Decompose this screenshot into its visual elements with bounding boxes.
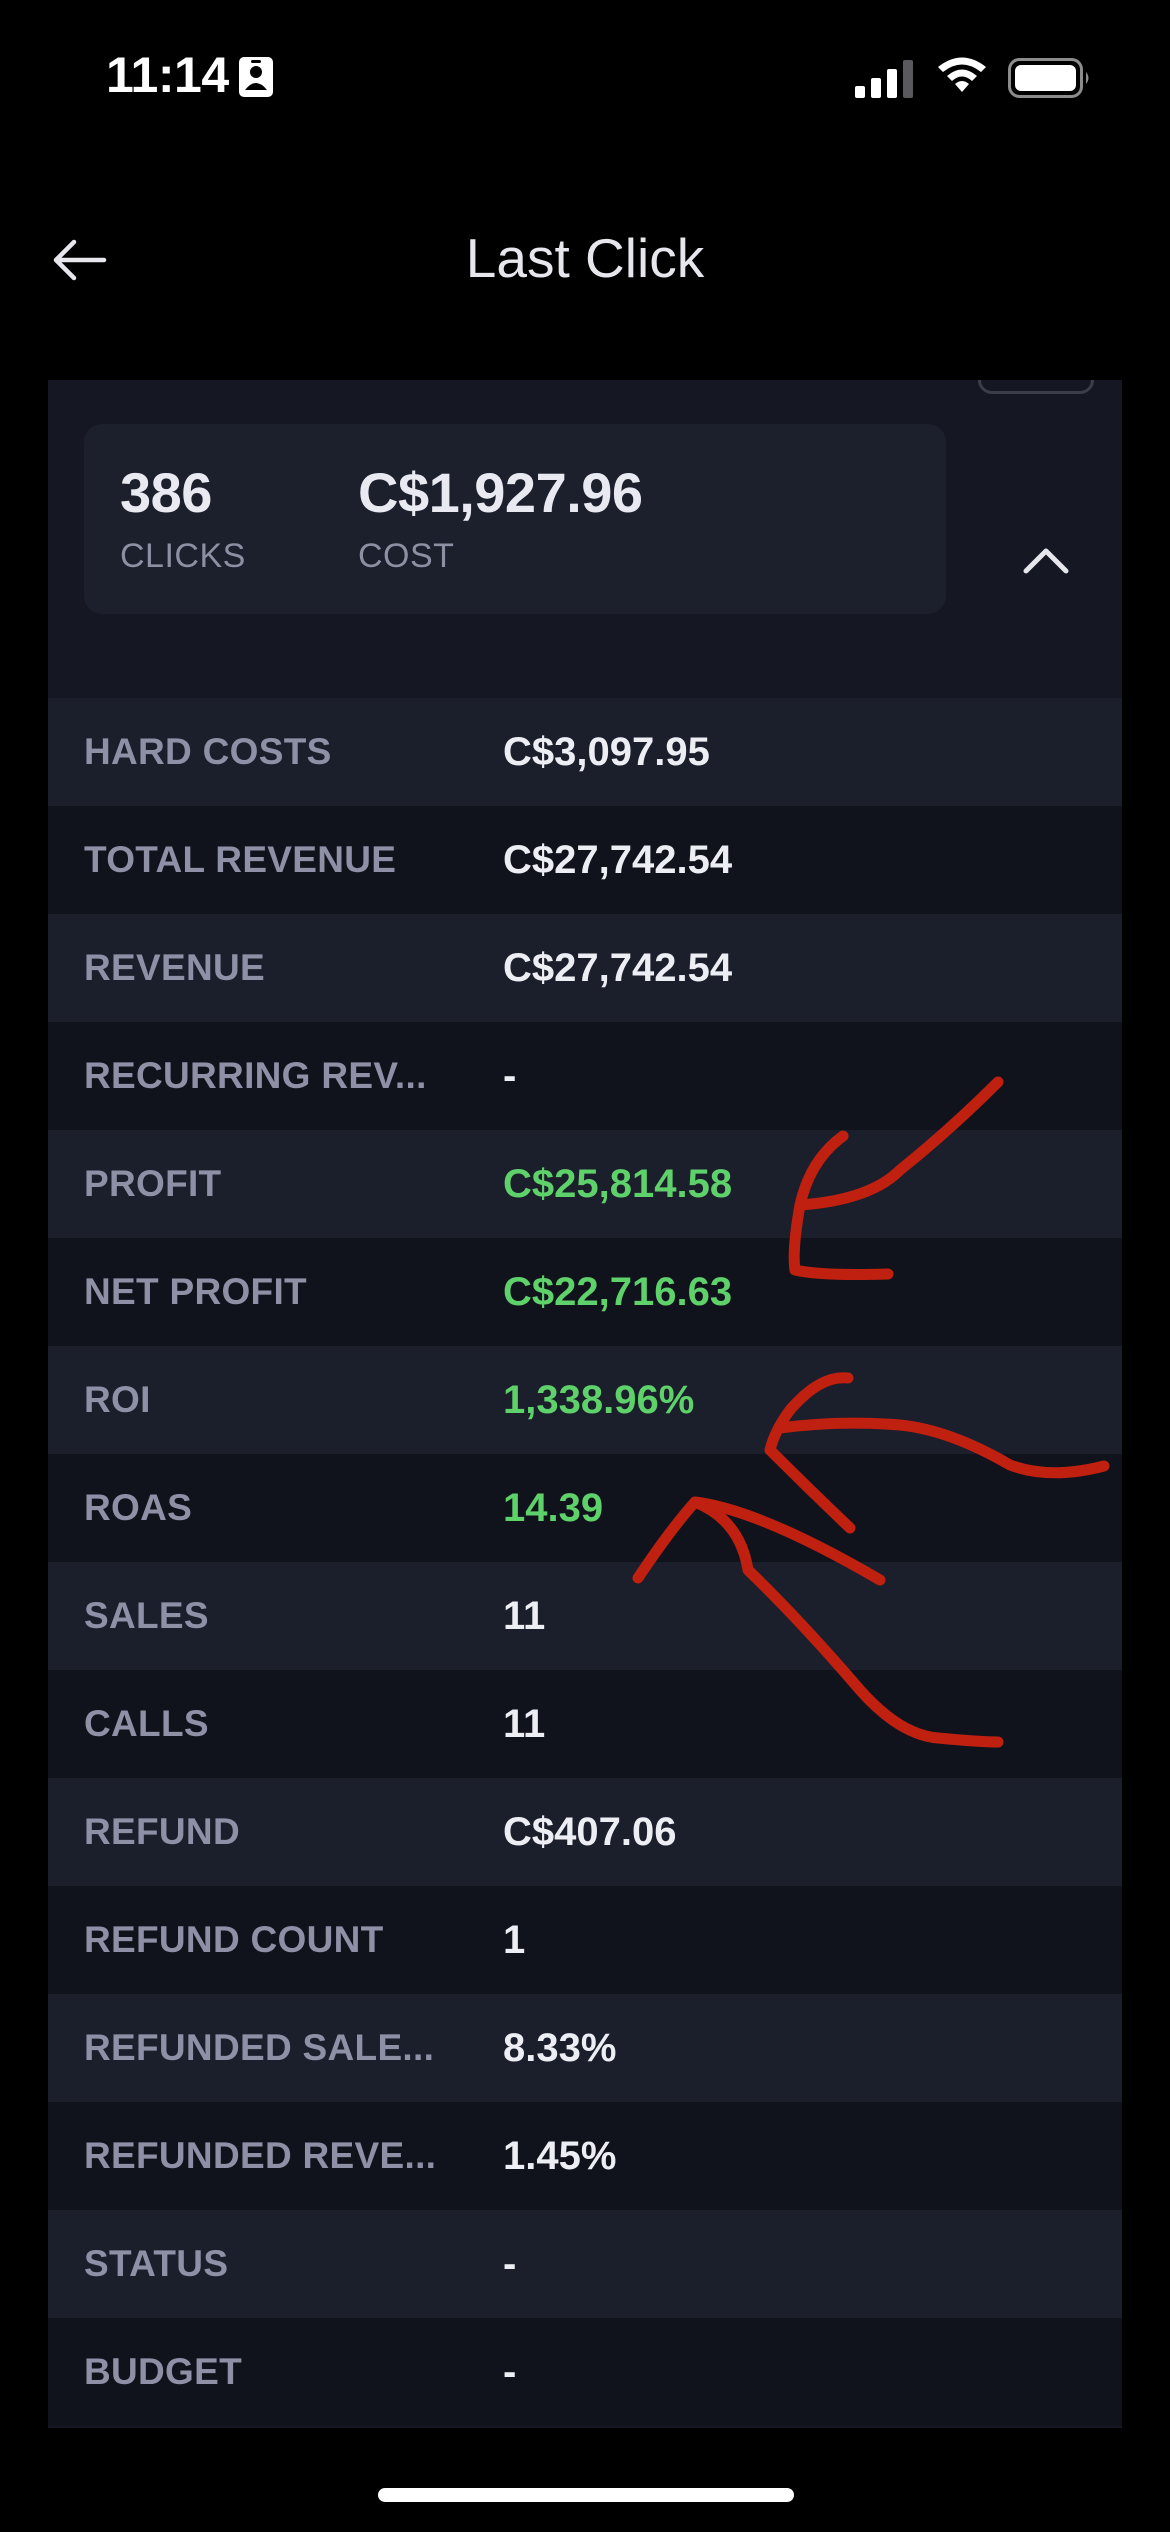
metric-row-label: HARD COSTS xyxy=(84,731,332,772)
metric-row: CALLS 11 xyxy=(48,1670,1122,1778)
metric-row-value: C$407.06 xyxy=(503,1809,677,1854)
metric-row: REFUNDED REVE... 1.45% xyxy=(48,2102,1122,2210)
nav-bar: Last Click xyxy=(0,200,1170,320)
metric-row-value: 14.39 xyxy=(503,1485,604,1530)
metric-row-label: NET PROFIT xyxy=(84,1271,307,1312)
metric-row: REVENUE C$27,742.54 xyxy=(48,914,1122,1022)
metric-row: RECURRING REV... - xyxy=(48,1022,1122,1130)
metric-row: ROAS 14.39 xyxy=(48,1454,1122,1562)
home-indicator[interactable] xyxy=(378,2488,794,2502)
collapse-button[interactable] xyxy=(1006,530,1086,590)
metric-row: REFUND C$407.06 xyxy=(48,1778,1122,1886)
battery-icon xyxy=(1008,58,1089,98)
metric-row: BUDGET - xyxy=(48,2318,1122,2426)
metric-row: STATUS - xyxy=(48,2210,1122,2318)
metric-row-value: - xyxy=(503,1053,517,1098)
metric-row-value: 1.45% xyxy=(503,2133,617,2178)
clicks-label: CLICKS xyxy=(120,537,246,575)
metric-row-label: REFUNDED REVE... xyxy=(84,2135,437,2176)
metric-row: ROI 1,338.96% xyxy=(48,1346,1122,1454)
metric-row-value: C$3,097.95 xyxy=(503,729,710,774)
id-card-icon xyxy=(239,57,273,97)
metric-row-value: C$27,742.54 xyxy=(503,837,733,882)
metric-row-value: 1,338.96% xyxy=(503,1377,695,1422)
summary-card: 386 CLICKS C$1,927.96 COST xyxy=(84,424,946,614)
clicks-value: 386 xyxy=(120,461,212,524)
cost-value: C$1,927.96 xyxy=(358,461,643,524)
metric-row-label: ROI xyxy=(84,1379,151,1420)
metrics-table: HARD COSTS C$3,097.95 TOTAL REVENUE C$27,74… xyxy=(48,698,1122,2426)
metric-row-label: CALLS xyxy=(84,1703,209,1744)
metric-row: SALES 11 xyxy=(48,1562,1122,1670)
cost-metric: C$1,927.96 COST xyxy=(358,460,643,576)
metrics-panel: 386 CLICKS C$1,927.96 COST HARD COSTS C$3… xyxy=(48,380,1122,2428)
metric-row-label: SALES xyxy=(84,1595,209,1636)
metric-row-label: ROAS xyxy=(84,1487,193,1528)
metric-row-value: 8.33% xyxy=(503,2025,617,2070)
metric-row: TOTAL REVENUE C$27,742.54 xyxy=(48,806,1122,914)
status-bar: 11:14 xyxy=(0,0,1170,150)
metric-row-label: REFUNDED SALE... xyxy=(84,2027,435,2068)
wifi-icon xyxy=(938,57,986,92)
chevron-up-icon xyxy=(1023,548,1069,574)
metric-row-label: REVENUE xyxy=(84,947,265,988)
metric-row-label: BUDGET xyxy=(84,2351,243,2392)
metric-row-label: REFUND COUNT xyxy=(84,1919,384,1960)
metric-row: HARD COSTS C$3,097.95 xyxy=(48,698,1122,806)
metric-row-value: C$22,716.63 xyxy=(503,1269,733,1314)
metric-row: REFUND COUNT 1 xyxy=(48,1886,1122,1994)
metric-row-value: - xyxy=(503,2241,517,2286)
metric-row: REFUNDED SALE... 8.33% xyxy=(48,1994,1122,2102)
metric-row-label: REFUND xyxy=(84,1811,240,1852)
metric-row-label: TOTAL REVENUE xyxy=(84,839,397,880)
metric-row-value: - xyxy=(503,2349,517,2394)
page-title: Last Click xyxy=(465,227,705,289)
status-time: 11:14 xyxy=(106,47,229,103)
clicks-metric: 386 CLICKS xyxy=(120,460,246,576)
cellular-signal-icon xyxy=(855,60,913,98)
metric-row-value: C$27,742.54 xyxy=(503,945,733,990)
metric-row: PROFIT C$25,814.58 xyxy=(48,1130,1122,1238)
metric-row-value: C$25,814.58 xyxy=(503,1161,733,1206)
metric-row-value: 11 xyxy=(503,1701,546,1746)
metric-row-value: 1 xyxy=(503,1917,526,1962)
panel-handle xyxy=(978,380,1094,394)
metric-row-label: RECURRING REV... xyxy=(84,1055,427,1096)
metric-row-value: 11 xyxy=(503,1593,546,1638)
metric-row-label: STATUS xyxy=(84,2243,229,2284)
metric-row-label: PROFIT xyxy=(84,1163,222,1204)
metric-row: NET PROFIT C$22,716.63 xyxy=(48,1238,1122,1346)
cost-label: COST xyxy=(358,537,455,575)
